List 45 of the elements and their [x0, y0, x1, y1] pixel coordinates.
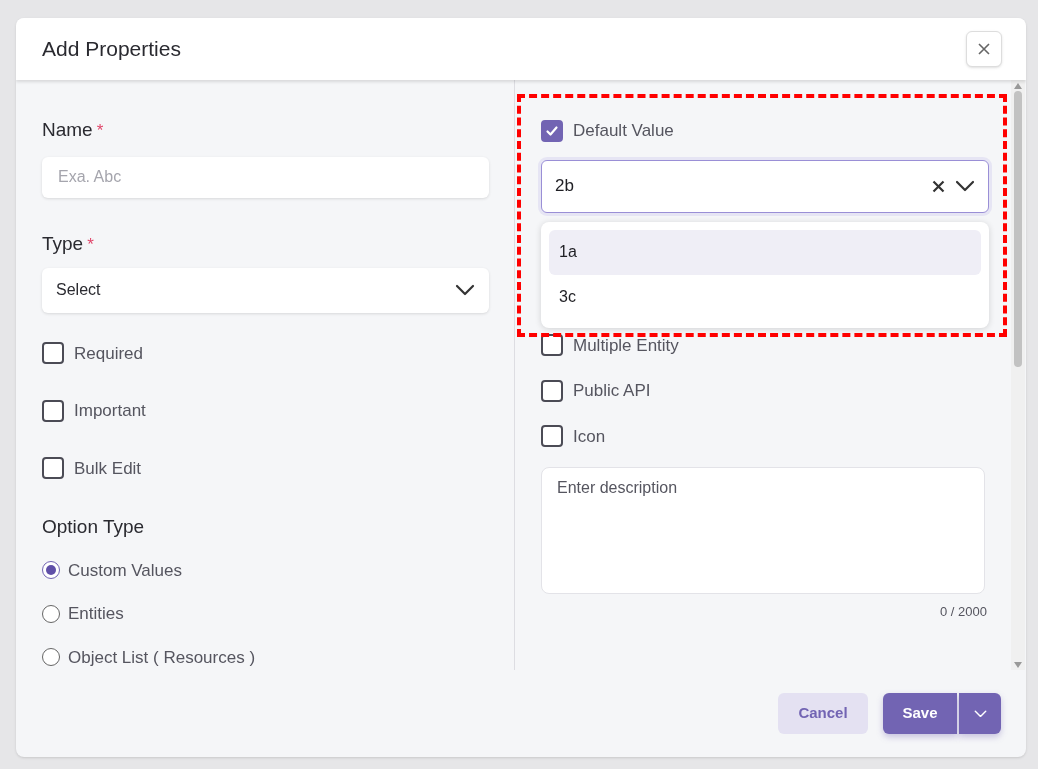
scrollbar[interactable] — [1011, 80, 1025, 670]
radio-button[interactable] — [42, 648, 60, 667]
checkmark-icon — [545, 123, 559, 138]
description-textarea[interactable]: Enter description — [541, 467, 985, 594]
save-button[interactable]: Save — [883, 693, 957, 734]
radio-label: Entities — [68, 603, 124, 625]
save-options-button[interactable] — [959, 693, 1001, 734]
required-mark: * — [96, 120, 104, 142]
checkbox[interactable] — [42, 457, 64, 480]
checkbox[interactable] — [541, 379, 563, 402]
checkbox-label: Important — [74, 400, 146, 422]
close-button[interactable] — [966, 31, 1002, 67]
chevron-down-icon — [955, 180, 975, 192]
dropdown-option[interactable]: 1a — [549, 229, 981, 275]
name-input[interactable]: Exa. Abc — [42, 156, 489, 198]
checkbox[interactable] — [42, 399, 64, 422]
field-label: Type — [42, 231, 84, 256]
section-title: Option Type — [42, 515, 146, 539]
clear-icon[interactable] — [932, 179, 945, 193]
select-value: 2b — [555, 175, 574, 198]
checkbox-label: Public API — [573, 380, 651, 402]
radio-button[interactable] — [42, 561, 60, 580]
dialog-title: Add Properties — [42, 36, 181, 63]
radio-label: Custom Values — [68, 559, 182, 582]
checkbox[interactable] — [541, 425, 563, 448]
close-icon — [977, 42, 991, 56]
character-counter: 0 / 2000 — [940, 603, 987, 621]
radio-label: Object List ( Resources ) — [68, 646, 256, 669]
checkbox[interactable] — [42, 342, 64, 365]
checkbox-label: Default Value — [573, 120, 674, 142]
chevron-down-icon — [455, 284, 475, 297]
required-mark: * — [87, 233, 94, 256]
checkbox-label: Bulk Edit — [74, 457, 142, 480]
default-value-select[interactable]: 2b — [541, 159, 989, 213]
radio-button[interactable] — [42, 604, 60, 623]
scrollbar-thumb[interactable] — [1014, 91, 1022, 367]
chevron-down-icon — [973, 709, 987, 718]
type-select[interactable]: Select — [42, 268, 489, 313]
checkbox[interactable] — [541, 119, 563, 142]
checkbox-label: Multiple Entity — [573, 334, 679, 357]
cancel-button[interactable]: Cancel — [778, 693, 868, 734]
checkbox-label: Required — [74, 342, 143, 365]
checkbox[interactable] — [541, 334, 563, 357]
field-label: Name — [42, 118, 93, 142]
checkbox-label: Icon — [573, 425, 606, 448]
